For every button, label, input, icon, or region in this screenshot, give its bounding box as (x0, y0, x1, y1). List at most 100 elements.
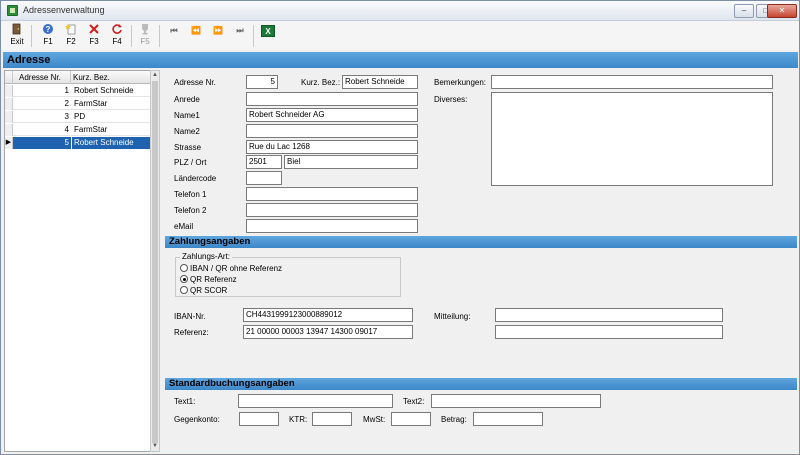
excel-export-button[interactable]: X (258, 25, 278, 51)
bemerkungen-field[interactable] (491, 75, 773, 89)
cell-adresse-nr[interactable]: 3 (13, 111, 71, 123)
scroll-down-icon[interactable]: ▼ (151, 442, 159, 451)
laendercode-field[interactable] (246, 171, 282, 185)
radio-label: QR SCOR (190, 286, 228, 295)
column-header-adresse-nr[interactable]: Adresse Nr. (13, 71, 71, 84)
f2-new-button[interactable]: F2 (61, 23, 81, 49)
diverses-label: Diverses: (434, 95, 468, 104)
gegenkonto-field[interactable] (239, 412, 279, 426)
grid-scrollbar[interactable]: ▲ ▼ (150, 70, 160, 452)
adresse-nr-label: Adresse Nr. (174, 78, 216, 87)
mitteilung-label: Mitteilung: (434, 312, 471, 321)
strasse-field[interactable]: Rue du Lac 1268 (246, 140, 418, 154)
radio-button-icon[interactable] (180, 286, 188, 294)
first-record-icon: ⏮ (170, 26, 178, 35)
next-record-button[interactable]: ⏩ (208, 25, 228, 51)
previous-record-button[interactable]: ⏪ (186, 25, 206, 51)
grid-header-selector (5, 71, 13, 84)
toolbar-separator (253, 25, 254, 47)
trophy-icon (138, 23, 152, 35)
last-record-icon: ⏭ (236, 26, 244, 35)
scroll-thumb[interactable] (152, 81, 158, 443)
plz-field[interactable]: 2501 (246, 155, 282, 169)
adresse-nr-field[interactable]: 5 (246, 75, 278, 89)
address-form: Adresse Nr. 5 Kurz. Bez.: Robert Schneid… (163, 70, 799, 452)
f4-refresh-button[interactable]: F4 (107, 23, 127, 49)
close-button[interactable]: ✕ (767, 4, 797, 18)
table-row[interactable]: 3 PD (5, 111, 150, 123)
table-row[interactable]: 4 FarmStar (5, 124, 150, 136)
row-selector[interactable] (5, 111, 13, 123)
table-row[interactable]: 1 Robert Schneide (5, 85, 150, 97)
address-grid[interactable]: Adresse Nr. Kurz. Bez. 1 Robert Schneide… (4, 70, 151, 452)
cell-adresse-nr[interactable]: 5 (13, 137, 71, 149)
row-selector[interactable] (5, 124, 13, 136)
iban-field[interactable]: CH4431999123000889012 (243, 308, 413, 322)
iban-label: IBAN-Nr. (174, 312, 206, 321)
scroll-up-icon[interactable]: ▲ (151, 71, 159, 80)
last-record-button[interactable]: ⏭ (230, 25, 250, 51)
radio-qr-scor[interactable]: QR SCOR (180, 286, 227, 295)
anrede-field[interactable] (246, 92, 418, 106)
mwst-field[interactable] (391, 412, 431, 426)
cell-kurz-bez[interactable]: Robert Schneide (72, 137, 150, 149)
radio-button-icon[interactable] (180, 264, 188, 272)
next-record-icon: ⏩ (213, 26, 223, 35)
mitteilung-field[interactable] (495, 308, 723, 322)
name1-field[interactable]: Robert Schneider AG (246, 108, 418, 122)
telefon1-field[interactable] (246, 187, 418, 201)
betrag-field[interactable] (473, 412, 543, 426)
bemerkungen-label: Bemerkungen: (434, 78, 487, 87)
cell-kurz-bez[interactable]: FarmStar (72, 98, 150, 110)
f1-help-button[interactable]: ? F1 (38, 23, 58, 49)
mwst-label: MwSt: (363, 415, 386, 424)
new-icon (64, 23, 78, 35)
row-selector[interactable] (5, 98, 13, 110)
row-selector[interactable] (5, 85, 13, 97)
table-row[interactable]: 2 FarmStar (5, 98, 150, 110)
grid-header: Adresse Nr. Kurz. Bez. (5, 71, 150, 84)
ktr-field[interactable] (312, 412, 352, 426)
cell-adresse-nr[interactable]: 1 (13, 85, 71, 97)
betrag-label: Betrag: (441, 415, 467, 424)
telefon1-label: Telefon 1 (174, 190, 207, 199)
cell-kurz-bez[interactable]: Robert Schneide (72, 85, 150, 97)
radio-button-checked-icon[interactable] (180, 275, 188, 283)
mitteilung-field-2[interactable] (495, 325, 723, 339)
cell-adresse-nr[interactable]: 2 (13, 98, 71, 110)
cell-kurz-bez[interactable]: FarmStar (72, 124, 150, 136)
row-pointer-icon[interactable]: ▶ (5, 137, 13, 149)
cell-adresse-nr[interactable]: 4 (13, 124, 71, 136)
name2-field[interactable] (246, 124, 418, 138)
toolbar-separator (31, 25, 32, 47)
strasse-label: Strasse (174, 143, 202, 152)
table-row-selected[interactable]: ▶ 5 Robert Schneide (5, 137, 150, 149)
text1-label: Text1: (174, 397, 196, 406)
previous-record-icon: ⏪ (191, 26, 201, 35)
f2-label: F2 (66, 37, 76, 46)
text1-field[interactable] (238, 394, 393, 408)
text2-field[interactable] (431, 394, 601, 408)
f5-label: F5 (140, 37, 150, 46)
zahlungs-art-legend: Zahlungs-Art: (180, 252, 233, 261)
diverses-textarea[interactable] (491, 92, 773, 186)
referenz-field[interactable]: 21 00000 00003 13947 14300 09017 (243, 325, 413, 339)
ort-field[interactable]: Biel (284, 155, 418, 169)
column-header-kurz-bez[interactable]: Kurz. Bez. (71, 71, 150, 84)
name2-label: Name2 (174, 127, 200, 136)
radio-iban-qr-ohne-referenz[interactable]: IBAN / QR ohne Referenz (180, 264, 282, 273)
f5-button[interactable]: F5 (135, 23, 155, 49)
kurz-bez-field[interactable]: Robert Schneide (342, 75, 418, 89)
radio-qr-referenz[interactable]: QR Referenz (180, 275, 237, 284)
minimize-button[interactable]: – (734, 4, 754, 18)
ktr-label: KTR: (289, 415, 308, 424)
telefon2-field[interactable] (246, 203, 418, 217)
svg-text:?: ? (46, 25, 51, 34)
first-record-button[interactable]: ⏮ (164, 25, 184, 51)
cell-kurz-bez[interactable]: PD (72, 111, 150, 123)
toolbar-separator (159, 25, 160, 47)
exit-button[interactable]: Exit (7, 23, 27, 49)
f3-delete-button[interactable]: F3 (84, 23, 104, 49)
title-bar: Adressenverwaltung – □ ✕ (1, 1, 799, 21)
email-field[interactable] (246, 219, 418, 233)
